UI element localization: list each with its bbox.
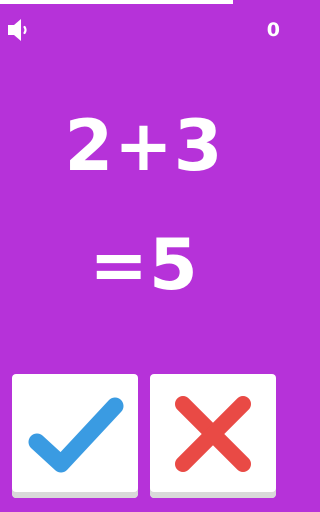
speaker-icon: [8, 19, 27, 41]
x-icon: [175, 396, 251, 472]
correct-answer-button[interactable]: [12, 374, 138, 498]
sound-toggle-button[interactable]: [6, 17, 32, 43]
wrong-answer-button[interactable]: [150, 374, 276, 498]
equation-result: =5: [89, 224, 199, 306]
score-counter: 0: [266, 19, 280, 41]
equation-expression: 2+3: [64, 105, 224, 187]
check-icon: [28, 397, 124, 473]
timer-bar: [0, 0, 234, 4]
